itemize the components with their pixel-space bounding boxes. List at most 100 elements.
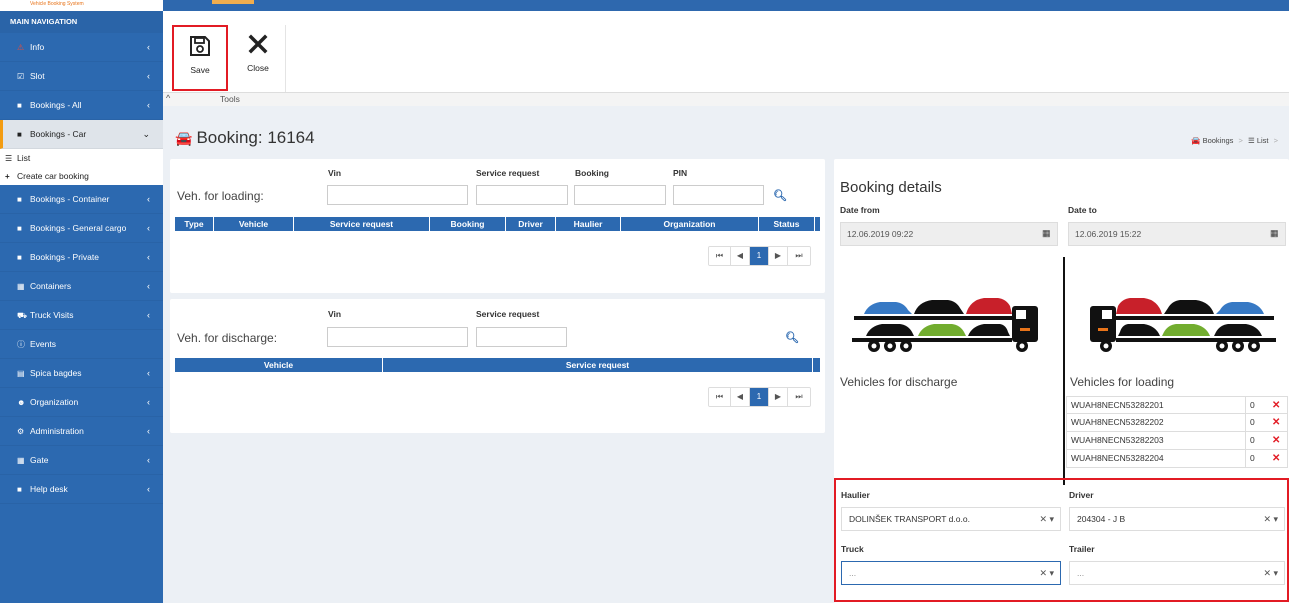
sidebar-item-slot[interactable]: ☑ Slot ‹ (0, 62, 163, 91)
sidebar-item-bookings-general-cargo[interactable]: ■ Bookings - General cargo ‹ (0, 214, 163, 243)
booking-label: Booking (575, 168, 609, 178)
date-from-label: Date from (840, 205, 880, 215)
clear-dropdown-icon[interactable]: ✕ ▾ (1263, 562, 1278, 584)
sidebar-item-administration[interactable]: ⚙ Administration ‹ (0, 417, 163, 446)
current-page-button[interactable]: 1 (750, 247, 769, 265)
clear-dropdown-icon[interactable]: ✕ ▾ (1263, 508, 1278, 530)
sidebar-item-events[interactable]: ⓘ Events (0, 330, 163, 359)
vehicle-vin: WUAH8NECN53282201 (1071, 400, 1164, 410)
grid-icon: ▦ (17, 282, 25, 291)
vehicle-count: 0 (1245, 432, 1263, 449)
date-to-label: Date to (1068, 205, 1097, 215)
clear-dropdown-icon[interactable]: ✕ ▾ (1039, 562, 1054, 584)
sidebar-item-truck-visits[interactable]: ⛟ Truck Visits ‹ (0, 301, 163, 330)
vehicles-for-loading-title: Vehicles for loading (1070, 375, 1175, 389)
haulier-select[interactable]: DOLINŠEK TRANSPORT d.o.o. ✕ ▾ (841, 507, 1061, 531)
trailer-select[interactable]: ... ✕ ▾ (1069, 561, 1285, 585)
discharge-row-label: Veh. for discharge: (177, 331, 278, 345)
sidebar-item-gate[interactable]: ▦ Gate ‹ (0, 446, 163, 475)
sidebar-item-label: Bookings - Private (30, 252, 99, 262)
loading-vehicle-row: WUAH8NECN53282202 0 ✕ (1066, 414, 1288, 432)
breadcrumb-bookings[interactable]: Bookings (1203, 136, 1234, 145)
sidebar-item-label: Spica bagdes (30, 368, 82, 378)
next-page-button[interactable]: ▶ (769, 247, 788, 265)
truck-select[interactable]: ... ✕ ▾ (841, 561, 1061, 585)
column-header-type[interactable]: Type (175, 217, 214, 231)
remove-icon[interactable]: ✕ (1272, 414, 1280, 431)
date-from-field[interactable]: 12.06.2019 09:22 (840, 222, 1058, 246)
loading-table-header: Type Vehicle Service request Booking Dri… (175, 217, 820, 231)
loading-vin-input[interactable] (327, 185, 468, 205)
chevron-up-icon[interactable]: ^ (166, 93, 170, 103)
grid-icon: ▦ (17, 456, 25, 465)
loading-vehicle-row: WUAH8NECN53282203 0 ✕ (1066, 432, 1288, 450)
folder-icon: ■ (17, 485, 22, 494)
remove-icon[interactable]: ✕ (1272, 450, 1280, 467)
driver-select[interactable]: 204304 - J B ✕ ▾ (1069, 507, 1285, 531)
sidebar-item-label: Truck Visits (30, 310, 74, 320)
column-header-driver[interactable]: Driver (506, 217, 556, 231)
submenu-item-label: List (17, 153, 31, 163)
calendar-icon[interactable]: ▦ (1270, 228, 1279, 239)
remove-icon[interactable]: ✕ (1272, 432, 1280, 449)
chevron-left-icon: ‹ (147, 42, 150, 52)
date-to-value: 12.06.2019 15:22 (1075, 229, 1142, 239)
loading-service-request-input[interactable] (476, 185, 568, 205)
column-header-haulier[interactable]: Haulier (556, 217, 621, 231)
close-button[interactable]: Close (230, 25, 286, 91)
last-page-button[interactable]: ⏭ (788, 388, 810, 406)
sidebar-item-spica-badges[interactable]: ▤ Spica bagdes ‹ (0, 359, 163, 388)
page-title-text: Booking: 16164 (196, 128, 315, 147)
list-icon: ☰ (1248, 136, 1255, 145)
remove-icon[interactable]: ✕ (1272, 397, 1280, 414)
column-header-vehicle[interactable]: Vehicle (175, 358, 383, 372)
car-transporter-discharge-image (852, 298, 1038, 352)
sidebar-item-label: Info (30, 42, 45, 52)
sidebar-item-info[interactable]: ⚠ Info ‹ (0, 33, 163, 62)
chevron-left-icon: ‹ (147, 310, 150, 320)
prev-page-button[interactable]: ◀ (731, 388, 750, 406)
column-header-vehicle[interactable]: Vehicle (214, 217, 294, 231)
submenu-item-list[interactable]: ☰ List (0, 149, 163, 167)
last-page-button[interactable]: ⏭ (788, 247, 810, 265)
sidebar-item-label: Bookings - Container (30, 194, 110, 204)
truck-label: Truck (841, 544, 864, 554)
prev-page-button[interactable]: ◀ (731, 247, 750, 265)
loading-booking-input[interactable] (574, 185, 666, 205)
next-page-button[interactable]: ▶ (769, 388, 788, 406)
first-page-button[interactable]: ⏮ (709, 388, 731, 406)
save-button[interactable]: Save (172, 25, 228, 91)
submenu-item-create-car-booking[interactable]: + Create car booking (0, 167, 163, 185)
discharge-service-request-input[interactable] (476, 327, 567, 347)
first-page-button[interactable]: ⏮ (709, 247, 731, 265)
sidebar-item-bookings-all[interactable]: ■ Bookings - All ‹ (0, 91, 163, 120)
current-page-button[interactable]: 1 (750, 388, 769, 406)
truck-value: ... (849, 568, 857, 578)
sidebar-item-bookings-private[interactable]: ■ Bookings - Private ‹ (0, 243, 163, 272)
column-header-service-request[interactable]: Service request (294, 217, 430, 231)
discharge-vin-input[interactable] (327, 327, 468, 347)
column-header-status[interactable]: Status (759, 217, 815, 231)
folder-icon: ■ (17, 130, 22, 139)
clear-dropdown-icon[interactable]: ✕ ▾ (1039, 508, 1054, 530)
breadcrumb-list[interactable]: List (1257, 136, 1269, 145)
floppy-disk-icon (174, 27, 226, 63)
sidebar-item-containers[interactable]: ▦ Containers ‹ (0, 272, 163, 301)
loading-pin-input[interactable] (673, 185, 764, 205)
column-header-organization[interactable]: Organization (621, 217, 759, 231)
sidebar-item-organization[interactable]: ☻ Organization ‹ (0, 388, 163, 417)
column-header-service-request[interactable]: Service request (383, 358, 813, 372)
date-to-field[interactable]: 12.06.2019 15:22 (1068, 222, 1286, 246)
column-header-booking[interactable]: Booking (430, 217, 506, 231)
chevron-left-icon: ‹ (147, 252, 150, 262)
calendar-icon[interactable]: ▦ (1042, 228, 1051, 239)
sidebar-item-label: Organization (30, 397, 79, 407)
logo: Vehicle Booking System (0, 0, 163, 11)
sidebar-item-bookings-container[interactable]: ■ Bookings - Container ‹ (0, 185, 163, 214)
sidebar-item-help-desk[interactable]: ■ Help desk ‹ (0, 475, 163, 504)
search-icon[interactable]: 🔍︎ (785, 331, 799, 344)
sidebar-item-bookings-car[interactable]: ■ Bookings - Car ⌄ (0, 120, 163, 149)
vin-label: Vin (328, 168, 342, 178)
chevron-left-icon: ‹ (147, 71, 150, 81)
search-icon[interactable]: 🔍︎ (773, 189, 787, 202)
